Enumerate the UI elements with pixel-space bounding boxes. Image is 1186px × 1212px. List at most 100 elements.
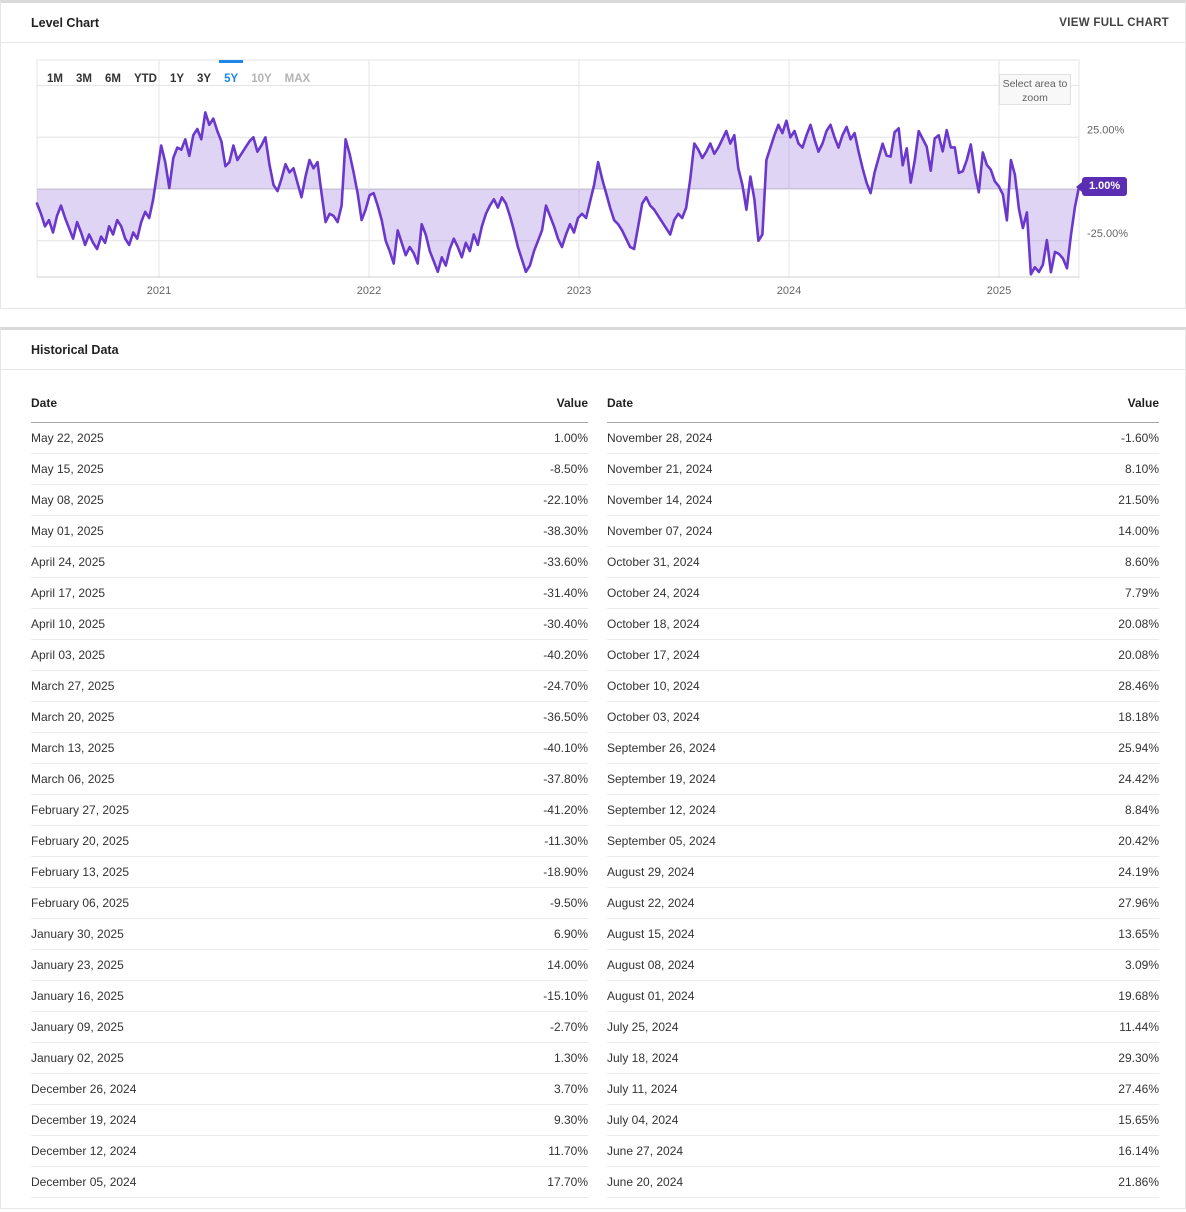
table-row: July 04, 2024 15.65% <box>607 1104 1159 1136</box>
row-date: May 22, 2025 <box>31 422 310 454</box>
row-date: July 11, 2024 <box>607 1073 883 1105</box>
row-value: 20.08% <box>883 608 1159 640</box>
range-tab-6m[interactable]: 6M <box>105 69 121 89</box>
table-row: January 16, 2025 -15.10% <box>31 980 588 1012</box>
row-value: 28.46% <box>883 670 1159 702</box>
row-value: 24.19% <box>883 856 1159 888</box>
row-date: January 02, 2025 <box>31 1042 310 1074</box>
level-chart-card: Level Chart VIEW FULL CHART 2021 2022 2023… <box>0 0 1186 309</box>
row-value: 8.10% <box>883 453 1159 485</box>
row-value: 21.86% <box>883 1166 1159 1198</box>
row-date: April 10, 2025 <box>31 608 310 640</box>
range-tab-1m[interactable]: 1M <box>47 69 63 89</box>
table-row: March 13, 2025 -40.10% <box>31 732 588 764</box>
row-date: October 18, 2024 <box>607 608 883 640</box>
range-tab-1y[interactable]: 1Y <box>170 69 184 89</box>
table-row: July 11, 2024 27.46% <box>607 1073 1159 1105</box>
historical-table-right: Date Value November 28, 2024 -1.60% Novemb… <box>607 386 1159 1198</box>
row-date: October 03, 2024 <box>607 701 883 733</box>
row-date: February 20, 2025 <box>31 825 310 857</box>
row-value: -41.20% <box>309 794 588 826</box>
range-tab-max: MAX <box>284 73 311 85</box>
table-row: April 17, 2025 -31.40% <box>31 577 588 609</box>
row-date: October 24, 2024 <box>607 577 883 609</box>
table-row: February 20, 2025 -11.30% <box>31 825 588 857</box>
table-row: July 18, 2024 29.30% <box>607 1042 1159 1074</box>
view-full-chart-link[interactable]: VIEW FULL CHART <box>1059 17 1169 29</box>
row-value: -15.10% <box>309 980 588 1012</box>
row-date: April 24, 2025 <box>31 546 310 578</box>
table-row: December 19, 2024 9.30% <box>31 1104 588 1136</box>
range-tab-3m[interactable]: 3M <box>76 69 92 89</box>
table-row: January 30, 2025 6.90% <box>31 918 588 950</box>
historical-data-title: Historical Data <box>31 342 119 357</box>
table-row: January 02, 2025 1.30% <box>31 1042 588 1074</box>
row-date: December 05, 2024 <box>31 1166 310 1198</box>
range-tab-5y[interactable]: 5Y <box>224 69 238 89</box>
date-column-header: Date <box>607 386 883 423</box>
table-row: September 19, 2024 24.42% <box>607 763 1159 795</box>
date-range-tabs: 1M 3M 6M YTD 1Y 3Y 5Y 10Y MAX <box>47 69 310 89</box>
row-date: November 14, 2024 <box>607 484 883 516</box>
table-row: October 10, 2024 28.46% <box>607 670 1159 702</box>
row-date: June 20, 2024 <box>607 1166 883 1198</box>
row-date: January 16, 2025 <box>31 980 310 1012</box>
level-chart-title: Level Chart <box>31 15 100 30</box>
table-row: January 23, 2025 14.00% <box>31 949 588 981</box>
table-row: September 12, 2024 8.84% <box>607 794 1159 826</box>
svg-text:-25.00%: -25.00% <box>1087 228 1128 240</box>
row-date: June 27, 2024 <box>607 1135 883 1167</box>
table-row: November 21, 2024 8.10% <box>607 453 1159 485</box>
row-value: 3.09% <box>883 949 1159 981</box>
row-value: 21.50% <box>883 484 1159 516</box>
row-value: 29.30% <box>883 1042 1159 1074</box>
row-date: April 03, 2025 <box>31 639 310 671</box>
row-date: August 22, 2024 <box>607 887 883 919</box>
row-value: 27.96% <box>883 887 1159 919</box>
table-row: August 01, 2024 19.68% <box>607 980 1159 1012</box>
table-row: December 05, 2024 17.70% <box>31 1166 588 1198</box>
level-chart-header: Level Chart VIEW FULL CHART <box>1 3 1185 43</box>
row-value: 16.14% <box>883 1135 1159 1167</box>
table-row: August 15, 2024 13.65% <box>607 918 1159 950</box>
row-value: 3.70% <box>309 1073 588 1105</box>
row-value: 19.68% <box>883 980 1159 1012</box>
row-value: -2.70% <box>309 1011 588 1043</box>
row-value: 18.18% <box>883 701 1159 733</box>
row-date: October 31, 2024 <box>607 546 883 578</box>
historical-data-header: Historical Data <box>1 330 1185 370</box>
row-value: 24.42% <box>883 763 1159 795</box>
range-tab-10y: 10Y <box>251 73 272 85</box>
row-value: -31.40% <box>309 577 588 609</box>
row-value: -33.60% <box>309 546 588 578</box>
value-column-header: Value <box>309 386 588 423</box>
row-date: April 17, 2025 <box>31 577 310 609</box>
table-row: November 14, 2024 21.50% <box>607 484 1159 516</box>
row-value: -18.90% <box>309 856 588 888</box>
table-row: May 01, 2025 -38.30% <box>31 515 588 547</box>
row-value: 13.65% <box>883 918 1159 950</box>
table-row: October 31, 2024 8.60% <box>607 546 1159 578</box>
table-row: May 15, 2025 -8.50% <box>31 453 588 485</box>
table-row: June 27, 2024 16.14% <box>607 1135 1159 1167</box>
row-value: 14.00% <box>309 949 588 981</box>
row-date: September 12, 2024 <box>607 794 883 826</box>
row-date: July 18, 2024 <box>607 1042 883 1074</box>
row-date: December 26, 2024 <box>31 1073 310 1105</box>
svg-text:25.00%: 25.00% <box>1087 124 1125 136</box>
row-date: August 01, 2024 <box>607 980 883 1012</box>
historical-tables: Date Value May 22, 2025 1.00% May 15, 2025… <box>1 370 1185 1208</box>
table-row: October 17, 2024 20.08% <box>607 639 1159 671</box>
row-value: 17.70% <box>309 1166 588 1198</box>
table-row: March 20, 2025 -36.50% <box>31 701 588 733</box>
row-value: -38.30% <box>309 515 588 547</box>
range-tab-3y[interactable]: 3Y <box>197 69 211 89</box>
row-date: November 28, 2024 <box>607 422 883 454</box>
level-chart-plot-area[interactable]: 2021 2022 2023 2024 2025 25.00% -25.00% 1M 3M 6M… <box>1 43 1185 308</box>
row-value: 1.00% <box>309 422 588 454</box>
row-value: 25.94% <box>883 732 1159 764</box>
row-value: 7.79% <box>883 577 1159 609</box>
range-tab-ytd[interactable]: YTD <box>134 69 157 89</box>
table-row: March 06, 2025 -37.80% <box>31 763 588 795</box>
table-row: August 22, 2024 27.96% <box>607 887 1159 919</box>
